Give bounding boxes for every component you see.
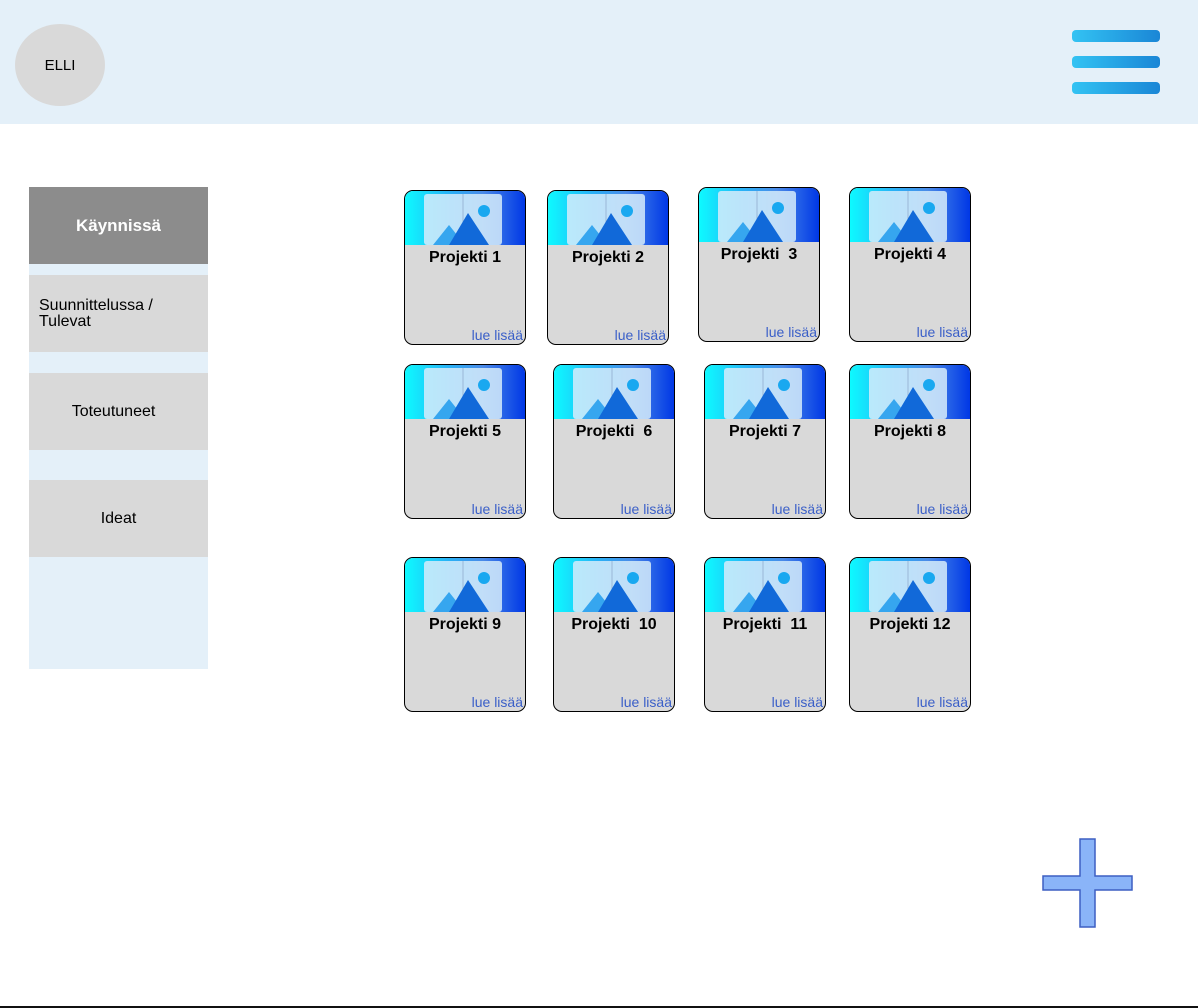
image-placeholder-icon [718, 191, 796, 242]
image-placeholder-icon [424, 368, 502, 419]
top-header: ELLI [0, 0, 1198, 124]
project-title: Projekti 2 [571, 249, 645, 266]
project-card[interactable]: Projekti 9 lue lisää [404, 557, 526, 712]
project-card[interactable]: Projekti 10 lue lisää [553, 557, 675, 712]
project-title: Projekti 7 [728, 423, 802, 440]
add-project-button[interactable] [1042, 838, 1134, 928]
plus-icon [1042, 838, 1133, 928]
project-card[interactable]: Projekti 7 lue lisää [704, 364, 826, 519]
project-thumbnail [850, 188, 970, 242]
project-title: Projekti 12 [869, 616, 951, 633]
read-more-link[interactable]: lue lisää [472, 694, 523, 710]
project-card[interactable]: Projekti 3 lue lisää [698, 187, 820, 342]
project-title: Projekti 8 [873, 423, 947, 440]
read-more-link[interactable]: lue lisää [472, 501, 523, 517]
image-placeholder-icon [573, 561, 651, 612]
hamburger-menu-icon[interactable] [1072, 30, 1160, 94]
image-placeholder-icon [869, 191, 947, 242]
project-thumbnail [699, 188, 819, 242]
sidebar-item-label: Toteutuneet [71, 402, 156, 420]
project-thumbnail [548, 191, 668, 245]
sidebar-item-label: Suunnittelussa / Tulevat [39, 296, 153, 330]
read-more-link[interactable]: lue lisää [917, 694, 968, 710]
project-card[interactable]: Projekti 2 lue lisää [547, 190, 669, 345]
read-more-link[interactable]: lue lisää [772, 694, 823, 710]
image-placeholder-icon [424, 561, 502, 612]
image-placeholder-icon [724, 368, 802, 419]
sidebar-item-kaynnissa[interactable]: Käynnissä [29, 187, 208, 264]
project-card[interactable]: Projekti 4 lue lisää [849, 187, 971, 342]
project-thumbnail [405, 558, 525, 612]
image-placeholder-icon [869, 368, 947, 419]
read-more-link[interactable]: lue lisää [615, 327, 666, 343]
project-title: Projekti 4 [873, 246, 947, 263]
project-thumbnail [554, 558, 674, 612]
project-thumbnail [705, 365, 825, 419]
project-title: Projekti 3 [720, 246, 798, 263]
avatar[interactable]: ELLI [15, 24, 105, 106]
image-placeholder-icon [424, 194, 502, 245]
project-card[interactable]: Projekti 11 lue lisää [704, 557, 826, 712]
project-card[interactable]: Projekti 5 lue lisää [404, 364, 526, 519]
sidebar-item-toteutuneet[interactable]: Toteutuneet [29, 373, 208, 450]
image-placeholder-icon [724, 561, 802, 612]
project-thumbnail [405, 191, 525, 245]
avatar-label: ELLI [44, 56, 76, 74]
read-more-link[interactable]: lue lisää [772, 501, 823, 517]
project-card[interactable]: Projekti 8 lue lisää [849, 364, 971, 519]
project-title: Projekti 9 [428, 616, 502, 633]
project-card[interactable]: Projekti 1 lue lisää [404, 190, 526, 345]
project-thumbnail [850, 365, 970, 419]
project-card[interactable]: Projekti 6 lue lisää [553, 364, 675, 519]
project-title: Projekti 1 [428, 249, 502, 266]
project-title: Projekti 5 [428, 423, 502, 440]
read-more-link[interactable]: lue lisää [472, 327, 523, 343]
project-card[interactable]: Projekti 12 lue lisää [849, 557, 971, 712]
sidebar-item-label: Ideat [100, 509, 137, 527]
project-thumbnail [405, 365, 525, 419]
project-thumbnail [554, 365, 674, 419]
project-title: Projekti 6 [575, 423, 653, 440]
read-more-link[interactable]: lue lisää [917, 324, 968, 340]
sidebar-item-label: Käynnissä [75, 215, 162, 235]
project-thumbnail [850, 558, 970, 612]
read-more-link[interactable]: lue lisää [621, 694, 672, 710]
project-title: Projekti 10 [571, 616, 657, 633]
read-more-link[interactable]: lue lisää [917, 501, 968, 517]
image-placeholder-icon [567, 194, 645, 245]
image-placeholder-icon [573, 368, 651, 419]
read-more-link[interactable]: lue lisää [766, 324, 817, 340]
sidebar: Käynnissä Suunnittelussa / Tulevat Toteu… [29, 187, 208, 669]
read-more-link[interactable]: lue lisää [621, 501, 672, 517]
image-placeholder-icon [869, 561, 947, 612]
project-title: Projekti 11 [722, 616, 808, 633]
sidebar-item-ideat[interactable]: Ideat [29, 480, 208, 557]
sidebar-item-suunnittelussa[interactable]: Suunnittelussa / Tulevat [29, 275, 208, 352]
project-thumbnail [705, 558, 825, 612]
